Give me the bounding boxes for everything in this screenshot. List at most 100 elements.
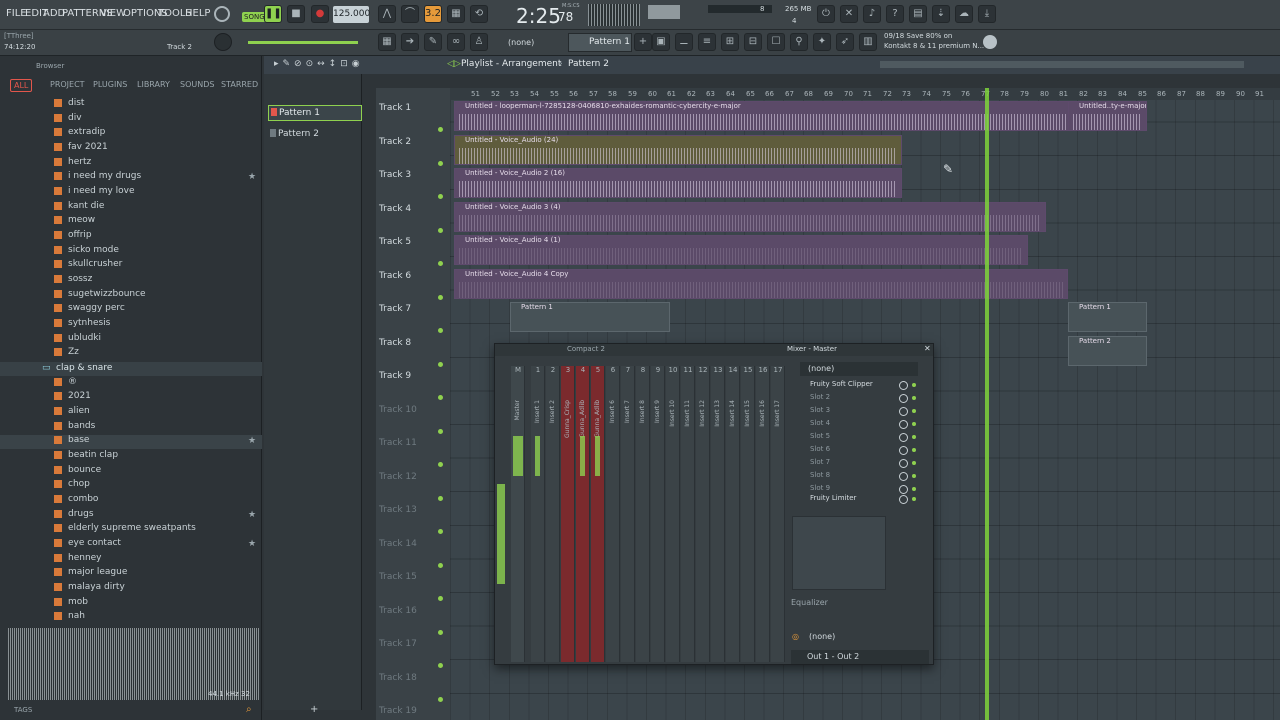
blend-notes-icon[interactable]: ▦ bbox=[447, 5, 465, 23]
piano-roll-icon[interactable]: ⚊ bbox=[675, 33, 693, 51]
send-icon[interactable]: ◎ bbox=[792, 632, 799, 641]
star-icon[interactable]: ★ bbox=[248, 436, 256, 446]
master-volume-slider[interactable] bbox=[248, 41, 358, 44]
browser-item[interactable]: meow bbox=[54, 215, 95, 229]
track-label[interactable]: Track 4 bbox=[379, 204, 411, 214]
help-icon[interactable]: ? bbox=[886, 5, 904, 23]
touch-keyboard-icon[interactable]: ➶ bbox=[836, 33, 854, 51]
slot-mix-knob[interactable] bbox=[899, 433, 908, 442]
browser-item[interactable]: kant die bbox=[54, 201, 104, 215]
browser-item[interactable]: sytnhesis bbox=[54, 318, 110, 332]
mixer-strip-master[interactable]: M Master bbox=[511, 366, 525, 662]
slot-enable-led[interactable] bbox=[912, 487, 916, 491]
effect-slot[interactable]: Slot 5 bbox=[800, 432, 918, 444]
pause-button[interactable]: ❚❚ bbox=[264, 5, 282, 23]
track-label[interactable]: Track 11 bbox=[379, 438, 417, 448]
audio-clip[interactable]: Untitled - Voice_Audio (24) bbox=[454, 135, 902, 165]
slot-enable-led[interactable] bbox=[912, 461, 916, 465]
track-label[interactable]: Track 19 bbox=[379, 706, 417, 716]
mixer-strip[interactable]: 7 Insert 7 bbox=[621, 366, 635, 662]
track-label[interactable]: Track 17 bbox=[379, 639, 417, 649]
star-icon[interactable]: ★ bbox=[248, 510, 256, 520]
browser-item[interactable]: alien bbox=[54, 406, 90, 420]
slot-enable-led[interactable] bbox=[912, 383, 916, 387]
track-label[interactable]: Track 6 bbox=[379, 271, 411, 281]
timeline-ruler[interactable]: 51 52 53 54 55 56 57 58 59 60 61 62 63 6… bbox=[450, 88, 1280, 100]
mixer-strip[interactable]: 15 Insert 15 bbox=[741, 366, 755, 662]
download-icon[interactable]: ⤓ bbox=[978, 5, 996, 23]
browser-item[interactable]: nah bbox=[54, 611, 85, 625]
audio-clip[interactable]: Untitled - Voice_Audio 4 Copy bbox=[454, 269, 1068, 299]
browser-item[interactable]: ® bbox=[54, 377, 77, 391]
chat-icon[interactable]: ☁ bbox=[955, 5, 973, 23]
mixer-strip[interactable]: 5 Gunna_Adlib bbox=[591, 366, 605, 662]
track-label[interactable]: Track 16 bbox=[379, 606, 417, 616]
slot-enable-led[interactable] bbox=[912, 435, 916, 439]
mixer-strip[interactable]: 10 Insert 10 bbox=[666, 366, 680, 662]
mixer-strip[interactable]: 4 Gunna_Adlib bbox=[576, 366, 590, 662]
browser-item[interactable]: 2021 bbox=[54, 391, 91, 405]
browser-item[interactable]: bounce bbox=[54, 465, 101, 479]
audio-clip[interactable]: Untitled..ty-e-major bbox=[1068, 101, 1147, 131]
pattern-clip[interactable]: Pattern 1 bbox=[510, 302, 670, 332]
track-label[interactable]: Track 8 bbox=[379, 338, 411, 348]
track-label[interactable]: Track 5 bbox=[379, 237, 411, 247]
browser-tab-library[interactable]: LIBRARY bbox=[137, 80, 170, 89]
slot-mix-knob[interactable] bbox=[899, 459, 908, 468]
add-pattern-icon[interactable]: + bbox=[634, 33, 652, 51]
cpu-power-icon[interactable]: ⏻ bbox=[817, 5, 835, 23]
mixer-strip[interactable]: 1 Insert 1 bbox=[531, 366, 545, 662]
mixer-strip[interactable]: 12 Insert 12 bbox=[696, 366, 710, 662]
track-label[interactable]: Track 2 bbox=[379, 137, 411, 147]
track-mute-led[interactable] bbox=[438, 228, 443, 233]
track-label[interactable]: Track 3 bbox=[379, 170, 411, 180]
playhead[interactable] bbox=[985, 88, 989, 720]
slot-enable-led[interactable] bbox=[912, 448, 916, 452]
pencil-tool-icon[interactable]: ✎ bbox=[424, 33, 442, 51]
browser-tab-starred[interactable]: STARRED bbox=[221, 80, 258, 89]
save-icon[interactable]: ▤ bbox=[909, 5, 927, 23]
browser-item[interactable]: drugs bbox=[54, 509, 94, 523]
browser-tab-plugins[interactable]: PLUGINS bbox=[93, 80, 127, 89]
track-mute-led[interactable] bbox=[438, 328, 443, 333]
browser-item[interactable]: sugetwizzbounce bbox=[54, 289, 146, 303]
send-target[interactable]: (none) bbox=[809, 632, 835, 641]
track-mute-led[interactable] bbox=[438, 462, 443, 467]
menu-file[interactable]: FILE bbox=[6, 8, 27, 19]
effect-slot[interactable]: Slot 2 bbox=[800, 393, 918, 405]
audio-clip[interactable]: Untitled - Voice_Audio 4 (1) bbox=[454, 235, 1028, 265]
playlist-play-icon[interactable]: ◁▷ bbox=[447, 59, 461, 69]
stamp-icon[interactable]: ♙ bbox=[470, 33, 488, 51]
browser-item-selected[interactable]: base bbox=[0, 435, 262, 449]
mixer-titlebar[interactable]: Compact 2 Mixer - Master ✕ bbox=[495, 344, 933, 356]
effect-slot[interactable]: Fruity Limiter bbox=[800, 494, 918, 506]
mixer-strip[interactable]: 3 Gunna_Crisp bbox=[561, 366, 575, 662]
browser-item[interactable]: beatin clap bbox=[54, 450, 118, 464]
pat-song-toggle[interactable] bbox=[214, 6, 230, 22]
close-icon[interactable]: ✕ bbox=[924, 344, 931, 353]
browser-item[interactable]: extradip bbox=[54, 127, 105, 141]
mixer-strip[interactable]: 13 Insert 13 bbox=[711, 366, 725, 662]
slot-mix-knob[interactable] bbox=[899, 420, 908, 429]
loop-record-icon[interactable]: ⟲ bbox=[470, 5, 488, 23]
track-mute-led[interactable] bbox=[438, 194, 443, 199]
song-mode-label[interactable]: SONG bbox=[242, 12, 267, 22]
browser-item[interactable]: bands bbox=[54, 421, 95, 435]
star-icon[interactable]: ★ bbox=[248, 172, 256, 182]
tags-label[interactable]: TAGS bbox=[14, 706, 32, 714]
audio-clip[interactable]: Untitled - Voice_Audio 3 (4) bbox=[454, 202, 1046, 232]
star-icon[interactable]: ★ bbox=[248, 539, 256, 549]
tempo-display[interactable]: 125.000 bbox=[333, 6, 370, 23]
browser-item[interactable]: henney bbox=[54, 553, 102, 567]
eq-display[interactable] bbox=[792, 516, 886, 590]
browser-tab-all[interactable]: ALL bbox=[10, 79, 33, 92]
slot-mix-knob[interactable] bbox=[899, 394, 908, 403]
mixer-icon[interactable]: ≡ bbox=[698, 33, 716, 51]
track-mute-led[interactable] bbox=[438, 496, 443, 501]
mixer-strip[interactable]: 2 Insert 2 bbox=[546, 366, 560, 662]
browser-item[interactable]: i need my love bbox=[54, 186, 135, 200]
slot-enable-led[interactable] bbox=[912, 409, 916, 413]
mixer-compact-label[interactable]: Compact 2 bbox=[567, 345, 605, 353]
track-label[interactable]: Track 12 bbox=[379, 472, 417, 482]
mixer-strip[interactable]: 16 Insert 16 bbox=[756, 366, 770, 662]
